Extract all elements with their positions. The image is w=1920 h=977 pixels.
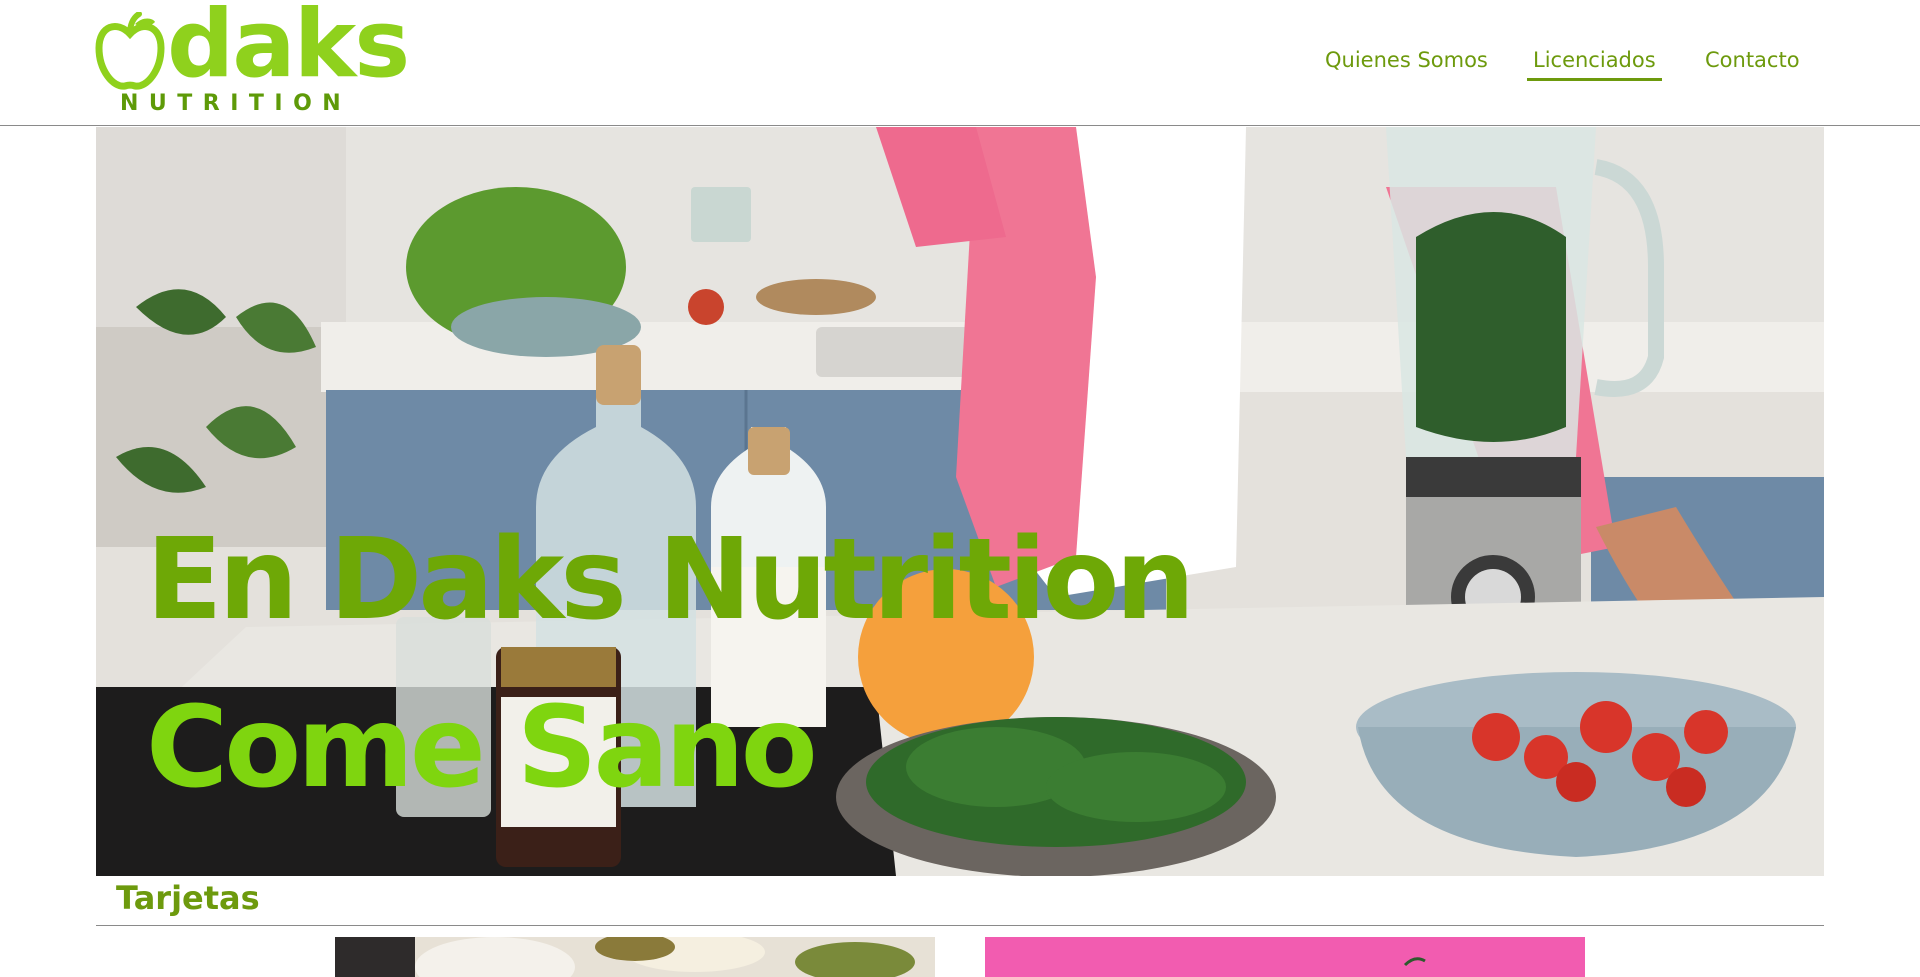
- section-divider: [96, 925, 1824, 926]
- card-image: [335, 937, 935, 977]
- nav-link-quienes-somos[interactable]: Quienes Somos: [1319, 48, 1494, 78]
- site-header: daks NUTRITION Quienes Somos Licenciados…: [0, 0, 1920, 126]
- hero-headline: En Daks Nutrition: [146, 515, 1195, 645]
- hero-subheadline: Come Sano: [146, 683, 818, 813]
- hero-banner: En Daks Nutrition Come Sano: [96, 127, 1824, 876]
- nav-link-contacto[interactable]: Contacto: [1699, 48, 1806, 78]
- card-item[interactable]: [985, 937, 1585, 977]
- main-nav: Quienes Somos Licenciados Contacto: [0, 48, 1920, 88]
- card-item[interactable]: [335, 937, 935, 977]
- card-image: [985, 937, 1585, 977]
- section-title: Tarjetas: [116, 879, 260, 917]
- nav-link-licenciados[interactable]: Licenciados: [1527, 48, 1662, 81]
- logo-subtitle: NUTRITION: [120, 91, 352, 116]
